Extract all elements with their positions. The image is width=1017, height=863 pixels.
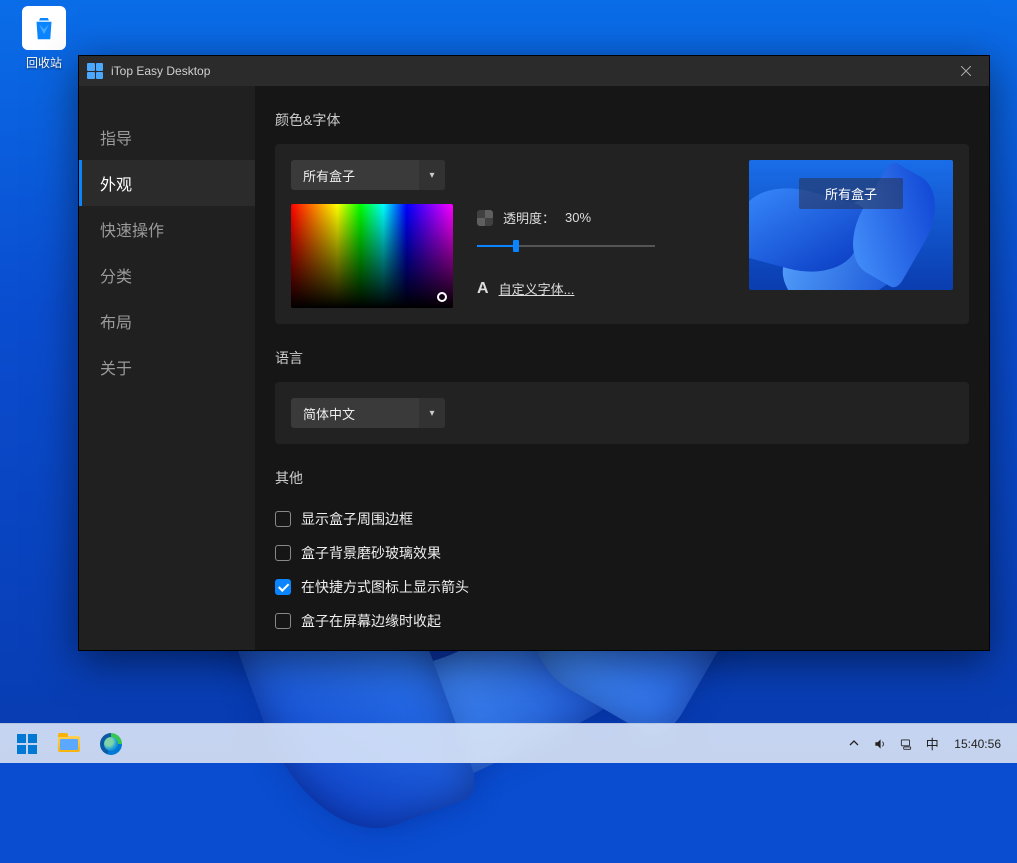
box-selector-value: 所有盒子 (291, 166, 419, 185)
check-label: 盒子背景磨砂玻璃效果 (301, 543, 441, 563)
color-picker-cursor[interactable] (437, 292, 447, 302)
chevron-down-icon: ▾ (419, 160, 445, 190)
box-selector-dropdown[interactable]: 所有盒子 ▾ (291, 160, 445, 190)
check-collapse-edge[interactable]: 盒子在屏幕边缘时收起 (275, 604, 969, 638)
nav-about[interactable]: 关于 (79, 344, 255, 390)
app-window: iTop Easy Desktop 指导 外观 快速操作 分类 布局 关于 颜色… (78, 55, 990, 651)
taskbar-clock[interactable]: 15:40:56 (946, 737, 1009, 751)
section-language: 语言 (275, 348, 969, 368)
network-icon[interactable] (894, 728, 918, 760)
checkbox-icon (275, 545, 291, 561)
check-border[interactable]: 显示盒子周围边框 (275, 502, 969, 536)
language-dropdown[interactable]: 简体中文 ▾ (291, 398, 445, 428)
checkbox-icon (275, 511, 291, 527)
section-color-font: 颜色&字体 (275, 110, 969, 130)
custom-font-link[interactable]: 自定义字体... (499, 279, 575, 298)
nav-appearance[interactable]: 外观 (79, 160, 255, 206)
color-font-panel: 所有盒子 ▾ 透明度： 30% (275, 144, 969, 324)
opacity-slider[interactable] (477, 239, 655, 253)
preview-badge: 所有盒子 (799, 178, 903, 209)
trash-icon (22, 6, 66, 50)
file-explorer-button[interactable] (50, 728, 88, 760)
section-other: 其他 (275, 468, 969, 488)
language-value: 简体中文 (291, 404, 419, 423)
language-panel: 简体中文 ▾ (275, 382, 969, 444)
opacity-icon (477, 210, 493, 226)
close-button[interactable] (943, 56, 989, 86)
window-title: iTop Easy Desktop (111, 64, 210, 78)
nav-quick[interactable]: 快速操作 (79, 206, 255, 252)
start-button[interactable] (8, 728, 46, 760)
chevron-down-icon: ▾ (419, 398, 445, 428)
color-picker[interactable] (291, 204, 453, 308)
recycle-bin-label: 回收站 (12, 54, 76, 71)
titlebar[interactable]: iTop Easy Desktop (79, 56, 989, 86)
recycle-bin-icon[interactable]: 回收站 (12, 6, 76, 71)
nav-category[interactable]: 分类 (79, 252, 255, 298)
nav-guide[interactable]: 指导 (79, 114, 255, 160)
folder-icon (58, 736, 80, 752)
ime-indicator[interactable]: 中 (920, 728, 944, 760)
checkbox-icon (275, 579, 291, 595)
other-panel: 显示盒子周围边框 盒子背景磨砂玻璃效果 在快捷方式图标上显示箭头 盒子在屏幕边缘… (275, 502, 969, 650)
opacity-label: 透明度： (503, 208, 555, 227)
check-label: 盒子在屏幕边缘时收起 (301, 611, 441, 631)
windows-logo-icon (17, 734, 37, 754)
edge-button[interactable] (92, 728, 130, 760)
taskbar: 中 15:40:56 (0, 723, 1017, 763)
preview-thumbnail: 所有盒子 (749, 160, 953, 290)
content-pane: 颜色&字体 所有盒子 ▾ 透 (255, 86, 989, 650)
check-arrow[interactable]: 在快捷方式图标上显示箭头 (275, 570, 969, 604)
edge-icon (100, 733, 122, 755)
font-icon: A (477, 280, 489, 298)
check-label: 在快捷方式图标上显示箭头 (301, 577, 469, 597)
check-label: 显示盒子周围边框 (301, 509, 413, 529)
opacity-value: 30% (565, 210, 591, 225)
app-logo-icon (87, 63, 103, 79)
nav-layout[interactable]: 布局 (79, 298, 255, 344)
volume-icon[interactable] (868, 728, 892, 760)
checkbox-icon (275, 613, 291, 629)
sidebar: 指导 外观 快速操作 分类 布局 关于 (79, 86, 255, 650)
tray-chevron-icon[interactable] (842, 728, 866, 760)
check-blur[interactable]: 盒子背景磨砂玻璃效果 (275, 536, 969, 570)
